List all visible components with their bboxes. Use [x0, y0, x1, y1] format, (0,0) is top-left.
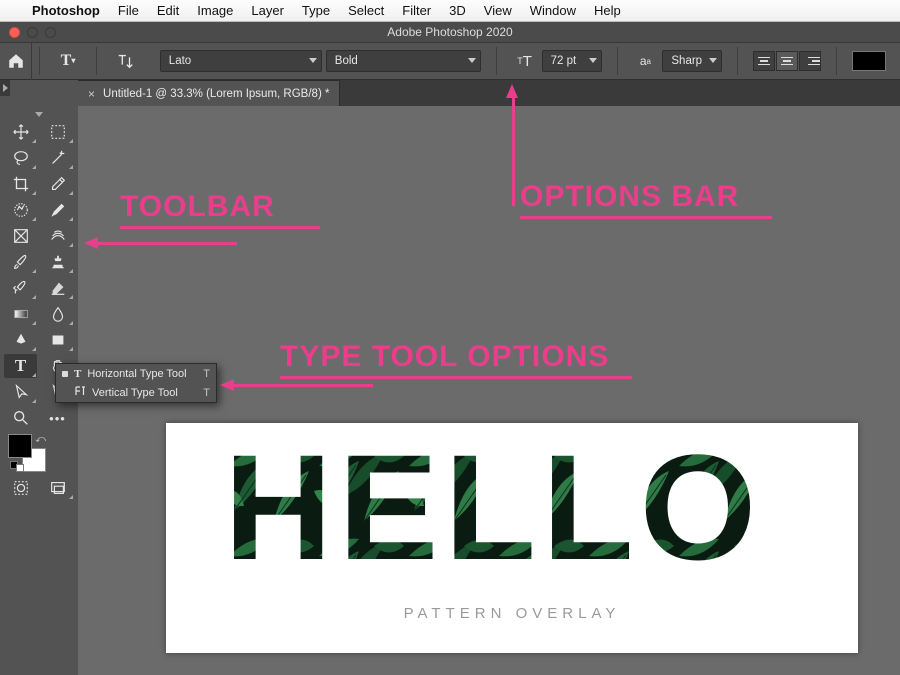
eyedropper-tool[interactable]	[41, 172, 74, 196]
path-select-tool[interactable]	[4, 380, 37, 404]
horizontal-type-icon: T	[74, 368, 81, 380]
window-close-button[interactable]	[9, 27, 20, 38]
default-colors-icon[interactable]	[10, 461, 24, 472]
active-indicator-icon	[62, 371, 68, 377]
blur-tool[interactable]	[41, 302, 74, 326]
window-title: Adobe Photoshop 2020	[0, 25, 900, 39]
window-maximize-button[interactable]	[45, 27, 56, 38]
text-align-group	[745, 42, 829, 80]
menu-file[interactable]: File	[118, 3, 139, 18]
align-center-button[interactable]	[776, 51, 798, 71]
document-tab-strip: × Untitled-1 @ 33.3% (Lorem Ipsum, RGB/8…	[78, 80, 900, 106]
collapsed-panel-toggle[interactable]	[0, 80, 10, 96]
brush-tool-2[interactable]	[41, 198, 74, 222]
menu-window[interactable]: Window	[530, 3, 576, 18]
font-weight-dropdown[interactable]: Bold	[326, 50, 481, 72]
artboard-subtitle: PATTERN OVERLAY	[166, 605, 858, 622]
document-tab-label: Untitled-1 @ 33.3% (Lorem Ipsum, RGB/8) …	[103, 88, 329, 100]
menu-help[interactable]: Help	[594, 3, 621, 18]
spot-heal-tool[interactable]	[4, 198, 37, 222]
home-button[interactable]	[0, 42, 32, 80]
artboard: HELLO PATTERN OVERLAY	[166, 423, 858, 653]
chevron-down-icon	[309, 58, 317, 63]
menu-layer[interactable]: Layer	[251, 3, 284, 18]
chevron-right-icon	[3, 84, 8, 92]
text-color-swatch[interactable]	[852, 51, 886, 71]
text-orientation-icon[interactable]	[112, 49, 138, 73]
toolbar-grip[interactable]	[4, 110, 74, 118]
antialias-icon: aa	[632, 49, 658, 73]
rectangle-tool[interactable]	[41, 328, 74, 352]
font-family-dropdown[interactable]: Lato	[160, 50, 322, 72]
brush-tool[interactable]	[4, 250, 37, 274]
zoom-tool[interactable]	[4, 406, 37, 430]
gradient-tool[interactable]	[4, 302, 37, 326]
antialias-dropdown[interactable]: Sharp	[662, 50, 722, 72]
quick-mask-button[interactable]	[4, 476, 37, 500]
align-left-button[interactable]	[753, 51, 775, 71]
lasso-tool[interactable]	[4, 146, 37, 170]
eraser-tool[interactable]	[41, 276, 74, 300]
frame-tool[interactable]	[4, 224, 37, 248]
menu-type[interactable]: Type	[302, 3, 330, 18]
app-name[interactable]: Photoshop	[32, 3, 100, 18]
type-tool[interactable]: T	[4, 354, 37, 378]
menu-filter[interactable]: Filter	[402, 3, 431, 18]
menu-view[interactable]: View	[484, 3, 512, 18]
move-tool[interactable]	[4, 120, 37, 144]
flyout-item-vertical-type[interactable]: Vertical Type Tool T	[56, 383, 216, 402]
chevron-down-icon	[709, 58, 717, 63]
window-title-bar: Adobe Photoshop 2020	[0, 22, 900, 42]
document-tab[interactable]: × Untitled-1 @ 33.3% (Lorem Ipsum, RGB/8…	[78, 80, 340, 106]
screen-mode-button[interactable]	[41, 476, 74, 500]
home-icon	[7, 52, 25, 70]
pen-tool[interactable]	[4, 328, 37, 352]
vertical-type-icon	[74, 385, 86, 400]
swap-colors-icon[interactable]: ⤺	[35, 434, 46, 445]
history-brush-tool[interactable]	[4, 276, 37, 300]
clone-stamp-tool[interactable]	[41, 250, 74, 274]
options-bar: T▾ Lato Bold TT 72 pt aa Sharp	[0, 42, 900, 80]
chevron-down-icon	[468, 58, 476, 63]
hello-text-with-pattern: HELLO	[224, 441, 800, 575]
marquee-tool[interactable]	[41, 120, 74, 144]
edit-toolbar-button[interactable]: •••	[41, 406, 74, 430]
flyout-item-horizontal-type[interactable]: T Horizontal Type Tool T	[56, 364, 216, 383]
menu-select[interactable]: Select	[348, 3, 384, 18]
close-tab-icon[interactable]: ×	[88, 87, 95, 101]
mac-menu-bar: Photoshop File Edit Image Layer Type Sel…	[0, 0, 900, 22]
chevron-down-icon	[589, 58, 597, 63]
smudge-tool[interactable]	[41, 224, 74, 248]
foreground-color-swatch[interactable]	[8, 434, 32, 458]
type-tool-preset-icon[interactable]: T▾	[55, 49, 81, 73]
menu-edit[interactable]: Edit	[157, 3, 179, 18]
svg-text:HELLO: HELLO	[224, 441, 762, 575]
menu-3d[interactable]: 3D	[449, 3, 466, 18]
menu-image[interactable]: Image	[197, 3, 233, 18]
font-size-icon: TT	[512, 49, 538, 73]
magic-wand-tool[interactable]	[41, 146, 74, 170]
foreground-background-colors[interactable]: ⤺	[8, 434, 48, 472]
crop-tool[interactable]	[4, 172, 37, 196]
font-size-dropdown[interactable]: 72 pt	[542, 50, 602, 72]
window-minimize-button[interactable]	[27, 27, 38, 38]
align-right-button[interactable]	[799, 51, 821, 71]
type-tool-flyout: T Horizontal Type Tool T Vertical Type T…	[55, 363, 217, 403]
